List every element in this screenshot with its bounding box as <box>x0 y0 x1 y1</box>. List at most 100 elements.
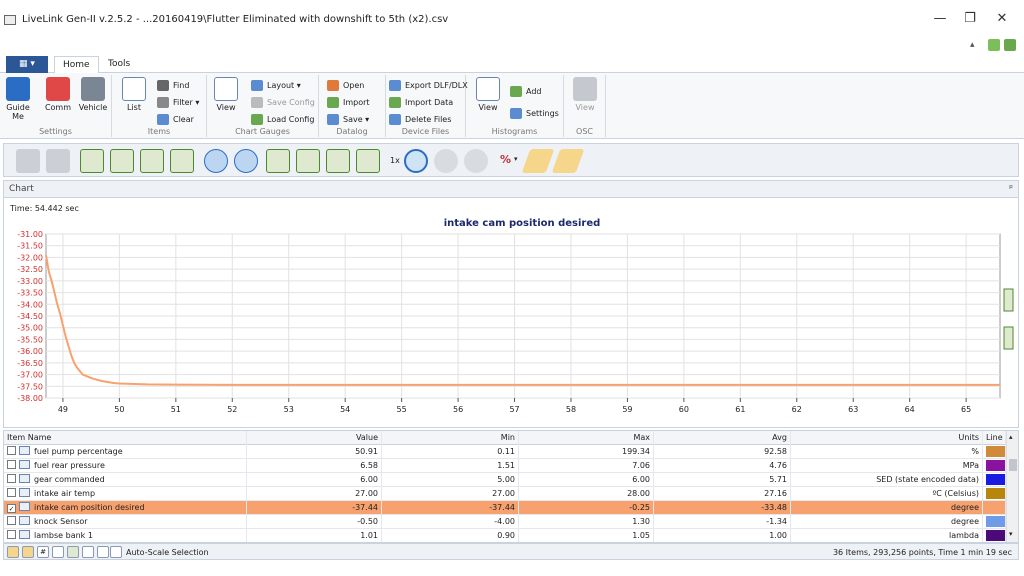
load-config-button[interactable]: Load Config <box>251 112 314 127</box>
histogram-settings-button[interactable]: Settings <box>510 106 559 121</box>
tab-tools[interactable]: Tools <box>100 56 138 73</box>
save-quick-icon[interactable] <box>988 39 1000 51</box>
histogram-add-button[interactable]: Add <box>510 84 542 99</box>
export-dlf-button[interactable]: Export DLF/DLX <box>389 78 468 93</box>
maximize-button[interactable]: ❐ <box>960 10 980 28</box>
guide-me-button[interactable]: Guide Me <box>4 77 32 121</box>
scale-handle-bottom-icon[interactable] <box>1003 326 1014 350</box>
find-button[interactable]: Find <box>157 78 189 93</box>
row-checkbox[interactable] <box>7 488 16 497</box>
line-color-cell[interactable] <box>983 473 1006 487</box>
hash-icon[interactable]: # <box>37 546 49 558</box>
line-color-swatch[interactable] <box>986 460 1005 471</box>
chart-view-button[interactable]: View <box>213 77 239 112</box>
stop-icon[interactable] <box>464 149 488 173</box>
go-start-icon[interactable] <box>326 149 350 173</box>
play-icon[interactable] <box>404 149 428 173</box>
col-units[interactable]: Units <box>791 431 983 445</box>
zoom-out-icon[interactable] <box>204 149 228 173</box>
vehicle-button[interactable]: Vehicle <box>78 77 108 112</box>
autoscale-icon[interactable] <box>110 546 122 558</box>
line-color-swatch[interactable] <box>986 502 1005 513</box>
marker-left-icon[interactable] <box>521 149 555 173</box>
percent-scale-icon[interactable]: % <box>500 153 511 166</box>
right-scale-handles[interactable] <box>1003 288 1014 350</box>
line-color-cell[interactable] <box>983 487 1006 501</box>
clear-button[interactable]: Clear <box>157 112 194 127</box>
filter-button[interactable]: Filter ▾ <box>157 95 199 110</box>
expand-icon[interactable] <box>52 546 64 558</box>
row-checkbox[interactable] <box>7 460 16 469</box>
col-max[interactable]: Max <box>519 431 654 445</box>
record-disabled-icon[interactable] <box>16 149 40 173</box>
line-color-cell[interactable] <box>983 529 1006 542</box>
table-row[interactable]: gear commanded 6.00 5.00 6.00 5.71 SED (state… <box>4 473 1006 487</box>
delete-files-button[interactable]: Delete Files <box>389 112 451 127</box>
tab-home[interactable]: Home <box>54 56 99 74</box>
row-checkbox[interactable] <box>7 474 16 483</box>
text-icon[interactable] <box>97 546 109 558</box>
zoom-in-icon[interactable] <box>234 149 258 173</box>
row-checkbox[interactable]: ✓ <box>7 504 16 513</box>
grid-scrollbar[interactable]: ▴ ▾ <box>1006 431 1018 542</box>
marker-right-icon[interactable] <box>551 149 585 173</box>
line-style-icon[interactable] <box>67 546 79 558</box>
percent-dropdown-icon[interactable]: ▾ <box>514 155 518 163</box>
comm-button[interactable]: Comm <box>44 77 72 112</box>
layout-button[interactable]: Layout ▾ <box>251 78 301 93</box>
file-menu-button[interactable]: ▦ ▾ <box>6 56 48 73</box>
import-data-button[interactable]: Import Data <box>389 95 453 110</box>
line-color-cell[interactable] <box>983 515 1006 529</box>
table-row[interactable]: fuel rear pressure 6.58 1.51 7.06 4.76 MPa <box>4 459 1006 473</box>
load-quick-icon[interactable] <box>1004 39 1016 51</box>
scroll-down-icon[interactable]: ▾ <box>1009 530 1013 538</box>
go-end-icon[interactable] <box>356 149 380 173</box>
line-color-swatch[interactable] <box>986 516 1005 527</box>
line-color-cell[interactable] <box>983 501 1006 515</box>
pencil-alt-icon[interactable] <box>22 546 34 558</box>
table-row[interactable]: intake air temp 27.00 27.00 28.00 27.16 ºC (C… <box>4 487 1006 501</box>
list-button[interactable]: List <box>120 77 148 112</box>
scale-handle-top-icon[interactable] <box>1003 288 1014 312</box>
save-datalog-button[interactable]: Save ▾ <box>327 112 369 127</box>
histogram-view-button[interactable]: View <box>474 77 502 112</box>
line-color-cell[interactable] <box>983 459 1006 473</box>
row-checkbox[interactable] <box>7 516 16 525</box>
line-color-swatch[interactable] <box>986 488 1005 499</box>
playback-speed[interactable]: 1x <box>390 156 400 165</box>
row-checkbox[interactable] <box>7 530 16 539</box>
import-button[interactable]: Import <box>327 95 370 110</box>
minimize-button[interactable]: — <box>930 10 950 28</box>
fit-chart-icon[interactable] <box>140 149 164 173</box>
line-color-cell[interactable] <box>983 445 1006 459</box>
pan-right-icon[interactable] <box>296 149 320 173</box>
save-config-button[interactable]: Save Config <box>251 95 315 110</box>
max-scale-icon[interactable] <box>80 149 104 173</box>
col-min[interactable]: Min <box>382 431 519 445</box>
max-scale-all-icon[interactable] <box>110 149 134 173</box>
col-avg[interactable]: Avg <box>654 431 791 445</box>
open-button[interactable]: Open <box>327 78 364 93</box>
line-chart[interactable]: intake cam position desired -31.00 -31.50… <box>4 199 1018 429</box>
table-row[interactable]: ✓ intake cam position desired -37.44 -37.44… <box>4 501 1006 515</box>
col-line[interactable]: Line <box>983 431 1006 445</box>
autoscale-label[interactable]: Auto-Scale Selection <box>126 545 209 560</box>
scroll-up-icon[interactable]: ▴ <box>1009 433 1013 441</box>
stop-record-disabled-icon[interactable] <box>46 149 70 173</box>
col-item-name[interactable]: Item Name <box>4 431 247 445</box>
collapse-ribbon-icon[interactable]: ▴ <box>970 40 975 50</box>
table-row[interactable]: lambse bank 1 1.01 0.90 1.05 1.00 lambda <box>4 529 1006 542</box>
row-checkbox[interactable] <box>7 446 16 455</box>
close-button[interactable]: ✕ <box>992 10 1012 28</box>
fit-all-icon[interactable] <box>170 149 194 173</box>
line-color-swatch[interactable] <box>986 530 1005 541</box>
separator-icon[interactable] <box>82 546 94 558</box>
line-color-swatch[interactable] <box>986 446 1005 457</box>
pan-left-icon[interactable] <box>266 149 290 173</box>
pause-icon[interactable] <box>434 149 458 173</box>
line-color-swatch[interactable] <box>986 474 1005 485</box>
pin-icon[interactable]: ᵖ <box>1009 181 1013 198</box>
table-row[interactable]: knock Sensor -0.50 -4.00 1.30 -1.34 degree <box>4 515 1006 529</box>
table-row[interactable]: fuel pump percentage 50.91 0.11 199.34 92.58… <box>4 445 1006 459</box>
osc-view-button[interactable]: View <box>572 77 598 112</box>
